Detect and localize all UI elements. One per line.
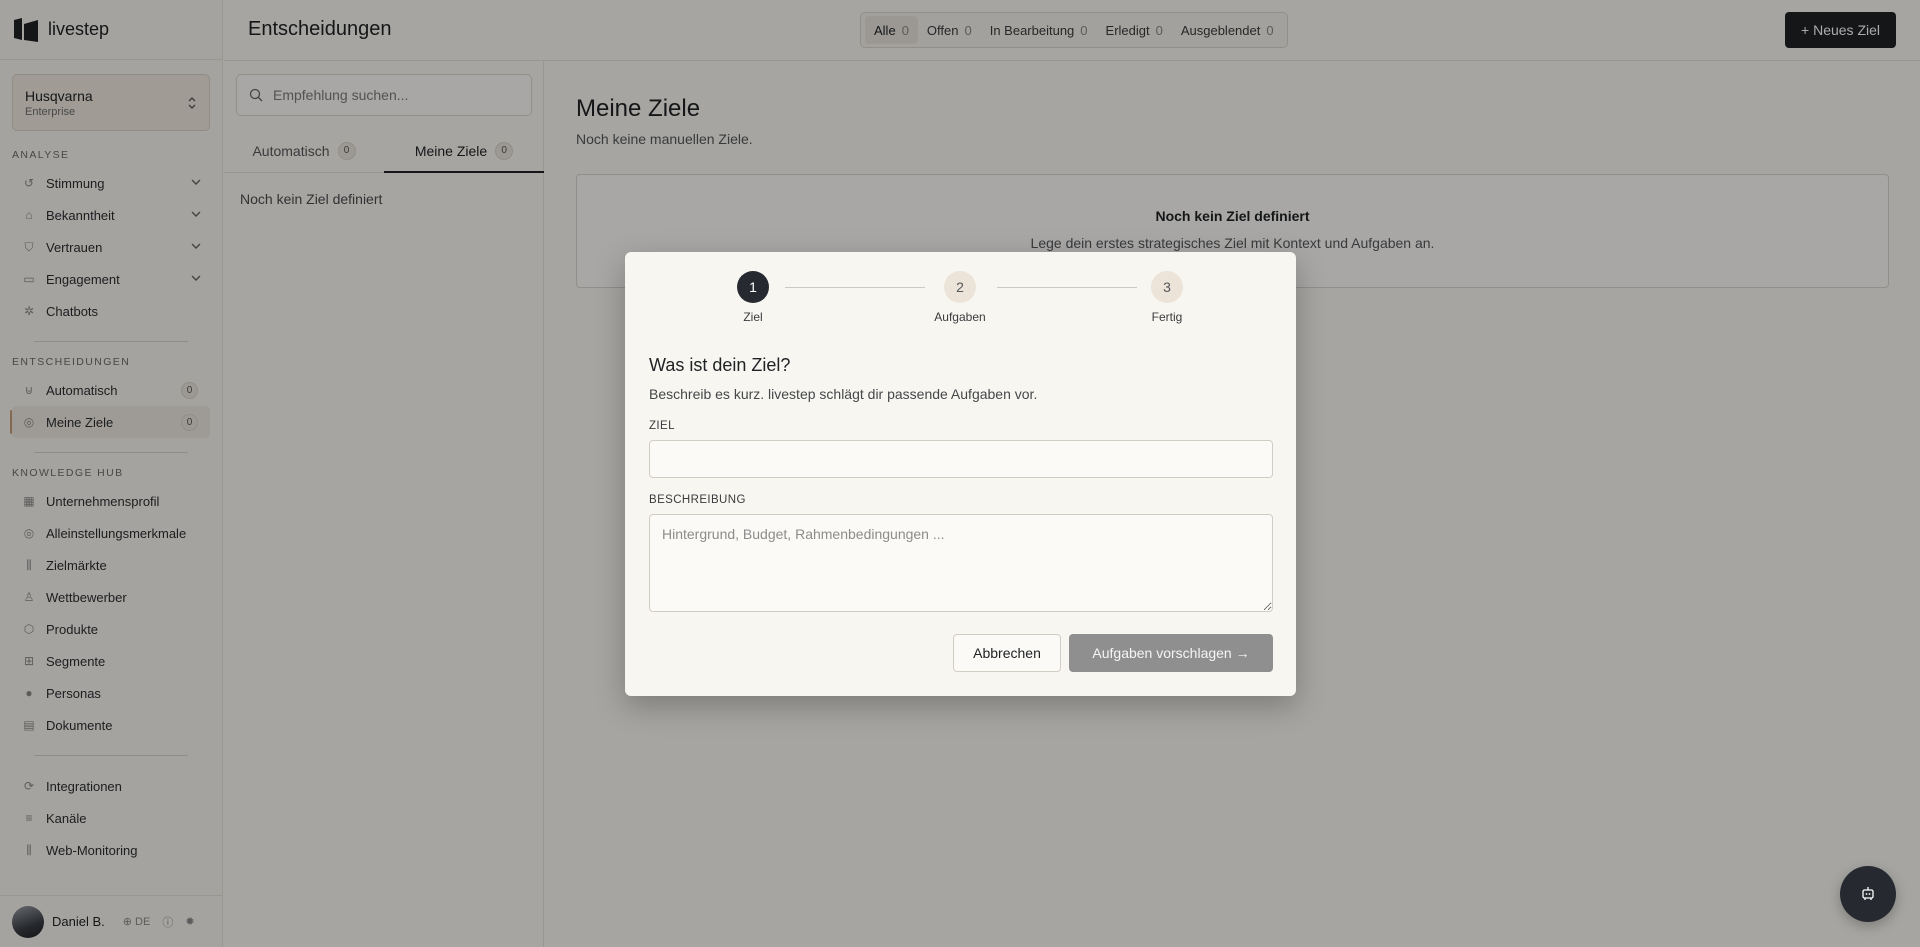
beschreibung-textarea[interactable]	[649, 514, 1273, 612]
bot-icon	[1862, 887, 1874, 900]
step-number: 2	[944, 271, 976, 303]
dialog-subtitle: Beschreib es kurz. livestep schlägt dir …	[649, 386, 1038, 402]
new-goal-dialog: 1 Ziel 2 Aufgaben 3 Fertig Was ist dein …	[625, 252, 1296, 696]
stepper: 1 Ziel 2 Aufgaben 3 Fertig	[625, 271, 1296, 331]
dialog-title: Was ist dein Ziel?	[649, 355, 791, 375]
step-label: Aufgaben	[934, 310, 986, 324]
step-connector	[785, 287, 925, 288]
assistant-fab[interactable]	[1840, 866, 1896, 922]
suggest-tasks-button[interactable]: Aufgaben vorschlagen →	[1069, 634, 1273, 672]
step-aufgaben: 2 Aufgaben	[920, 271, 1000, 324]
ziel-input[interactable]	[649, 440, 1273, 478]
step-label: Ziel	[743, 310, 763, 324]
step-number: 1	[737, 271, 769, 303]
step-label: Fertig	[1151, 310, 1183, 324]
step-number: 3	[1151, 271, 1183, 303]
ziel-label: ZIEL	[649, 420, 675, 432]
step-ziel: 1 Ziel	[713, 271, 793, 324]
cancel-button[interactable]: Abbrechen	[953, 634, 1061, 672]
step-fertig: 3 Fertig	[1127, 271, 1207, 324]
beschreibung-label: BESCHREIBUNG	[649, 494, 746, 506]
step-connector	[997, 287, 1137, 288]
